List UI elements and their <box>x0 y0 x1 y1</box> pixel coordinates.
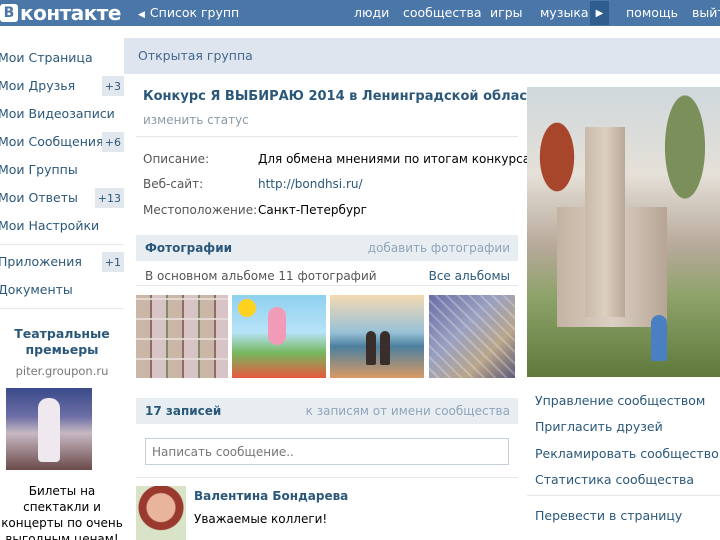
back-arrow-icon: ◀ <box>138 10 145 20</box>
right-divider <box>527 495 720 496</box>
group-cover-image[interactable] <box>527 87 720 377</box>
wall-header: 17 записей к записям от имени сообщества <box>136 398 518 424</box>
sidebar-item-label: Мои Сообщения <box>0 134 104 149</box>
wall-post-input[interactable] <box>146 439 508 464</box>
add-photos-link[interactable]: добавить фотографии <box>368 241 510 255</box>
woman-figure <box>651 315 667 361</box>
info-divider <box>136 136 518 137</box>
photos-title[interactable]: Фотографии <box>145 241 232 255</box>
sidebar-divider <box>0 308 124 309</box>
logo-text: контакте <box>20 1 121 25</box>
description-value: Для обмена мнениями по итогам конкурса <box>258 152 531 166</box>
ad-title[interactable]: Театральные премьеры <box>0 326 124 358</box>
location-value: Санкт-Петербург <box>258 203 367 217</box>
sidebar-item-label: Мои Видеозаписи <box>0 106 115 121</box>
album-info: В основном альбоме 11 фотографий <box>145 269 377 283</box>
wall-post-field[interactable] <box>145 438 509 465</box>
sidebar-item-videos[interactable]: Мои Видеозаписи <box>0 104 124 124</box>
sidebar-item-label: Мои Друзья <box>0 78 76 93</box>
sidebar-item-label: Мои Страница <box>0 50 93 65</box>
sidebar-item-groups[interactable]: Мои Группы <box>0 160 124 180</box>
manage-community-link[interactable]: Управление сообществом <box>535 393 705 408</box>
ad-figure <box>38 398 60 462</box>
photos-header: Фотографии добавить фотографии <box>136 235 518 261</box>
nav-games[interactable]: игры <box>490 5 523 20</box>
sun-drawing <box>238 299 256 317</box>
photo-thumbnail[interactable] <box>330 295 424 378</box>
ad-text[interactable]: Билеты на спектакли и концерты по очень … <box>0 483 124 540</box>
nav-help[interactable]: помощь <box>626 5 678 20</box>
change-status-link[interactable]: изменить статус <box>143 113 249 127</box>
page-header-band: Открытая группа <box>124 38 720 74</box>
nav-arrow-icon[interactable]: ▶ <box>590 1 609 25</box>
nav-people[interactable]: люди <box>354 5 389 20</box>
sidebar-item-friends[interactable]: Мои Друзья +3 <box>0 76 124 96</box>
photo-thumbnail[interactable] <box>232 295 326 378</box>
convert-to-page-link[interactable]: Перевести в страницу <box>535 508 682 523</box>
person-silhouette <box>380 331 390 365</box>
nav-logout[interactable]: выйти <box>692 5 720 20</box>
sidebar-item-label: Документы <box>0 282 73 297</box>
top-bar: B контакте ◀ Список групп люди сообщества… <box>0 0 720 26</box>
community-stats-link[interactable]: Статистика сообщества <box>535 472 694 487</box>
sidebar-item-answers[interactable]: Мои Ответы +13 <box>0 188 124 208</box>
autumn-tree <box>527 97 587 217</box>
sidebar-item-label: Мои Группы <box>0 162 78 177</box>
all-albums-link[interactable]: Все альбомы <box>429 269 510 283</box>
post-text: Уважаемые коллеги! <box>194 512 328 526</box>
sidebar-item-label: Приложения <box>0 254 82 269</box>
description-label: Описание: <box>143 152 210 166</box>
post-divider <box>136 477 518 478</box>
sidebar-item-my-page[interactable]: Мои Страница <box>0 48 124 68</box>
photo-thumbnail[interactable] <box>429 295 515 378</box>
photo-collage <box>136 295 228 378</box>
count-badge: +6 <box>101 132 124 152</box>
avatar[interactable] <box>136 486 186 540</box>
back-link-label: Список групп <box>149 5 240 20</box>
child-drawing <box>268 307 286 345</box>
person-silhouette <box>366 331 376 365</box>
painting-texture <box>429 295 515 378</box>
sidebar-item-documents[interactable]: Документы <box>0 280 124 300</box>
count-badge: +13 <box>94 188 124 208</box>
count-badge: +1 <box>101 252 124 272</box>
sidebar-item-settings[interactable]: Мои Настройки <box>0 216 124 236</box>
invite-friends-link[interactable]: Пригласить друзей <box>535 419 663 434</box>
location-label: Местоположение: <box>143 203 258 217</box>
sidebar-item-label: Мои Ответы <box>0 190 78 205</box>
advertise-community-link[interactable]: Рекламировать сообщество <box>535 446 719 461</box>
posts-count[interactable]: 17 записей <box>145 404 221 418</box>
photo-thumbnail[interactable] <box>136 295 228 378</box>
nav-music[interactable]: музыка <box>540 5 589 20</box>
sidebar-item-apps[interactable]: Приложения +1 <box>0 252 124 272</box>
group-title: Конкурс Я ВЫБИРАЮ 2014 в Ленинградской о… <box>143 89 544 104</box>
nav-communities[interactable]: сообщества <box>403 5 482 20</box>
sidebar-item-label: Мои Настройки <box>0 218 100 233</box>
photos-subheader: В основном альбоме 11 фотографий Все аль… <box>136 264 518 286</box>
count-badge: +3 <box>101 76 124 96</box>
website-link[interactable]: http://bondhsi.ru/ <box>258 177 363 191</box>
page-title: Открытая группа <box>138 48 253 63</box>
sidebar-divider <box>0 244 124 245</box>
logo-badge: B <box>0 4 18 22</box>
ad-url[interactable]: piter.groupon.ru <box>0 364 124 378</box>
logo[interactable]: B контакте <box>0 1 121 25</box>
post-author[interactable]: Валентина Бондарева <box>194 489 348 503</box>
sidebar-item-messages[interactable]: Мои Сообщения +6 <box>0 132 124 152</box>
group-posts-link[interactable]: к записям от имени сообщества <box>306 404 510 418</box>
website-label: Веб-сайт: <box>143 177 204 191</box>
ad-image[interactable] <box>6 388 92 470</box>
church-tower <box>585 127 625 317</box>
back-to-groups-link[interactable]: ◀ Список групп <box>138 5 239 20</box>
